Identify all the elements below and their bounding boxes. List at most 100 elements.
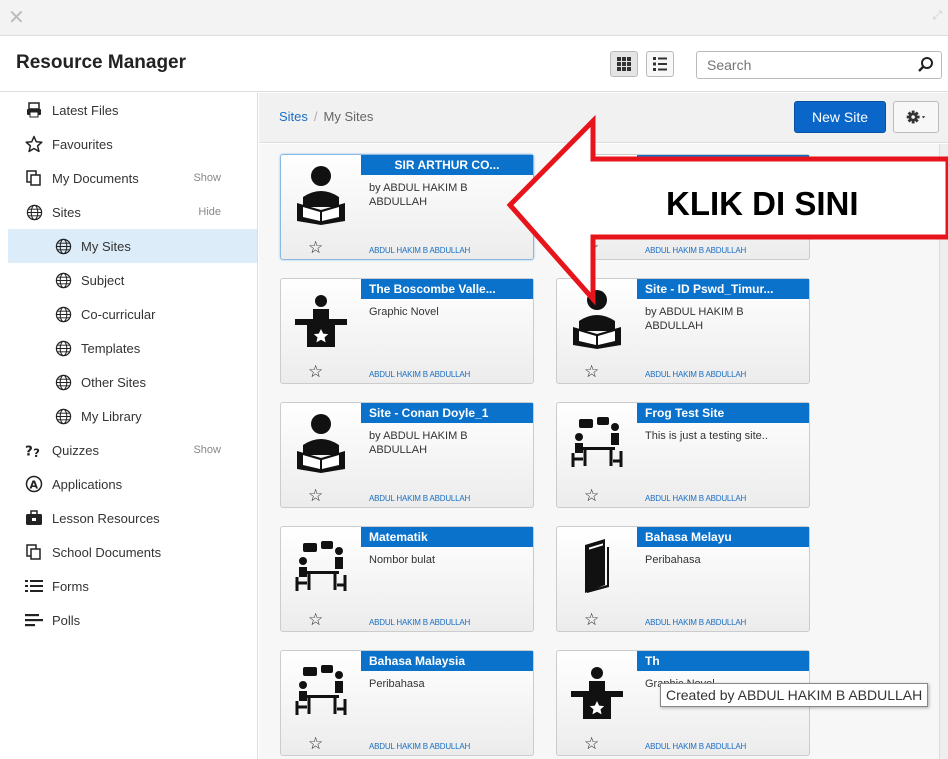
site-card-title[interactable]: SIR ARTHUR CO... <box>361 155 533 175</box>
sidebar-item-templates[interactable]: Templates <box>8 331 257 365</box>
breadcrumb: Sites / My Sites <box>279 109 373 124</box>
favourite-star-icon[interactable]: ☆ <box>584 363 599 381</box>
site-card-title[interactable]: Th <box>637 651 809 671</box>
sidebar-item-quizzes[interactable]: ?? Quizzes Show <box>8 433 257 467</box>
star-icon <box>25 135 43 153</box>
breadcrumb-current: My Sites <box>323 109 374 124</box>
discussion-icon <box>283 529 359 605</box>
site-card-owner[interactable]: ABDUL HAKIM B ABDULLAH <box>645 246 746 255</box>
sidebar-item-latest-files[interactable]: Latest Files <box>8 93 257 127</box>
favourite-star-icon[interactable]: ☆ <box>308 363 323 381</box>
sidebar-item-my-library[interactable]: My Library <box>8 399 257 433</box>
sidebar-item-favourites[interactable]: Favourites <box>8 127 257 161</box>
sidebar-item-co-curricular[interactable]: Co-curricular <box>8 297 257 331</box>
sidebar-item-label: Sites <box>52 204 81 220</box>
sidebar-item-label: Polls <box>52 612 81 628</box>
sidebar-item-subject[interactable]: Subject <box>8 263 257 297</box>
window-titlebar: ✕ ⤢ <box>0 0 948 36</box>
favourite-star-icon[interactable]: ☆ <box>308 487 323 505</box>
favourite-star-icon[interactable]: ☆ <box>584 611 599 629</box>
list-icon <box>653 57 667 71</box>
globe-icon <box>54 373 72 391</box>
poll-icon <box>25 611 43 629</box>
site-card[interactable]: Bahasa Melayu Peribahasa ☆ ABDUL HAKIM B AB… <box>556 526 810 632</box>
site-card-title[interactable] <box>637 155 809 175</box>
site-card-owner[interactable]: ABDUL HAKIM B ABDULLAH <box>369 742 470 751</box>
search-icon[interactable] <box>917 56 935 74</box>
sidebar-toggle-hide[interactable]: Hide <box>198 206 221 218</box>
favourite-star-icon[interactable]: ☆ <box>308 735 323 753</box>
sidebar-item-lesson-resources[interactable]: Lesson Resources <box>8 501 257 535</box>
breadcrumb-sites-link[interactable]: Sites <box>279 109 308 124</box>
grid-view-button[interactable] <box>610 51 638 77</box>
printer-icon <box>25 101 43 119</box>
teacher-desk-icon <box>559 653 635 729</box>
close-icon[interactable]: ✕ <box>8 5 25 30</box>
sidebar-item-label: My Documents <box>52 170 139 186</box>
site-card[interactable]: Bahasa Malaysia Peribahasa ☆ ABDUL HAKIM B … <box>280 650 534 756</box>
site-card-title[interactable]: Site - Conan Doyle_1 <box>361 403 533 423</box>
site-card[interactable]: The Boscombe Valle... Graphic Novel ☆ ABDUL… <box>280 278 534 384</box>
discussion-icon <box>283 653 359 729</box>
site-card-title[interactable]: Bahasa Melayu <box>637 527 809 547</box>
new-site-button[interactable]: New Site <box>794 101 886 133</box>
site-card-description: This is just a testing site.. <box>645 430 768 442</box>
scrollbar[interactable] <box>939 144 948 759</box>
site-card[interactable]: Frog Test Site This is just a testing sit… <box>556 402 810 508</box>
gear-icon <box>906 110 926 124</box>
favourite-star-icon[interactable]: ☆ <box>308 239 323 257</box>
site-card[interactable]: Matematik Nombor bulat ☆ ABDUL HAKIM B ABDU… <box>280 526 534 632</box>
globe-icon <box>54 407 72 425</box>
search-box <box>696 51 942 79</box>
sidebar-toggle-show[interactable]: Show <box>193 444 221 456</box>
favourite-star-icon[interactable]: ☆ <box>584 239 599 257</box>
sidebar-toggle-show[interactable]: Show <box>193 172 221 184</box>
sidebar-item-applications[interactable]: A Applications <box>8 467 257 501</box>
site-card[interactable]: Site - Conan Doyle_1 by ABDUL HAKIM B ABD… <box>280 402 534 508</box>
sidebar-item-my-documents[interactable]: My Documents Show <box>8 161 257 195</box>
tooltip: Created by ABDUL HAKIM B ABDULLAH <box>660 683 929 707</box>
sidebar-item-label: Templates <box>81 340 141 356</box>
book-icon <box>559 529 635 605</box>
site-card-title[interactable]: Bahasa Malaysia <box>361 651 533 671</box>
site-card-owner[interactable]: ABDUL HAKIM B ABDULLAH <box>369 370 470 379</box>
site-card-title[interactable]: Matematik <box>361 527 533 547</box>
sidebar-item-polls[interactable]: Polls <box>8 603 257 637</box>
sidebar-item-label: Latest Files <box>52 102 119 118</box>
favourite-star-icon[interactable]: ☆ <box>584 735 599 753</box>
site-card-description: Nombor bulat <box>369 554 436 566</box>
sidebar-item-forms[interactable]: Forms <box>8 569 257 603</box>
site-card-description: Peribahasa <box>645 554 701 566</box>
window-title: Resource Manager <box>16 52 187 73</box>
search-input[interactable] <box>697 52 897 78</box>
sidebar-item-label: My Library <box>81 408 142 424</box>
site-card[interactable]: Site - ID Pswd_Timur... by ABDUL HAKIM B … <box>556 278 810 384</box>
site-card-owner[interactable]: ABDUL HAKIM B ABDULLAH <box>645 742 746 751</box>
site-card-owner[interactable]: ABDUL HAKIM B ABDULLAH <box>645 618 746 627</box>
sidebar-item-label: Other Sites <box>81 374 147 390</box>
site-card-owner[interactable]: ABDUL HAKIM B ABDULLAH <box>645 494 746 503</box>
site-card-title[interactable]: Frog Test Site <box>637 403 809 423</box>
settings-menu-button[interactable] <box>893 101 939 133</box>
site-card[interactable]: SIR ARTHUR CO... by ABDUL HAKIM B ABDULLA… <box>280 154 534 260</box>
site-card-title[interactable]: Site - ID Pswd_Timur... <box>637 279 809 299</box>
globe-icon <box>54 237 72 255</box>
favourite-star-icon[interactable]: ☆ <box>308 611 323 629</box>
sidebar-item-other-sites[interactable]: Other Sites <box>8 365 257 399</box>
site-card-owner[interactable]: ABDUL HAKIM B ABDULLAH <box>645 370 746 379</box>
favourite-star-icon[interactable]: ☆ <box>584 487 599 505</box>
site-card-owner[interactable]: ABDUL HAKIM B ABDULLAH <box>369 494 470 503</box>
svg-text:?: ? <box>25 443 33 459</box>
site-card-title[interactable]: The Boscombe Valle... <box>361 279 533 299</box>
list-view-button[interactable] <box>646 51 674 77</box>
site-card-owner[interactable]: ABDUL HAKIM B ABDULLAH <box>369 618 470 627</box>
sidebar-item-school-documents[interactable]: School Documents <box>8 535 257 569</box>
reader-icon <box>283 157 359 233</box>
resize-icon[interactable]: ⤢ <box>932 8 942 23</box>
sidebar-item-my-sites[interactable]: My Sites <box>8 229 257 263</box>
site-card-owner[interactable]: ABDUL HAKIM B ABDULLAH <box>369 246 470 255</box>
breadcrumb-separator: / <box>313 109 318 124</box>
site-card-description: by ABDUL HAKIM B ABDULLAH <box>369 182 468 208</box>
sidebar-item-sites[interactable]: Sites Hide <box>8 195 257 229</box>
grid-icon <box>617 57 631 71</box>
